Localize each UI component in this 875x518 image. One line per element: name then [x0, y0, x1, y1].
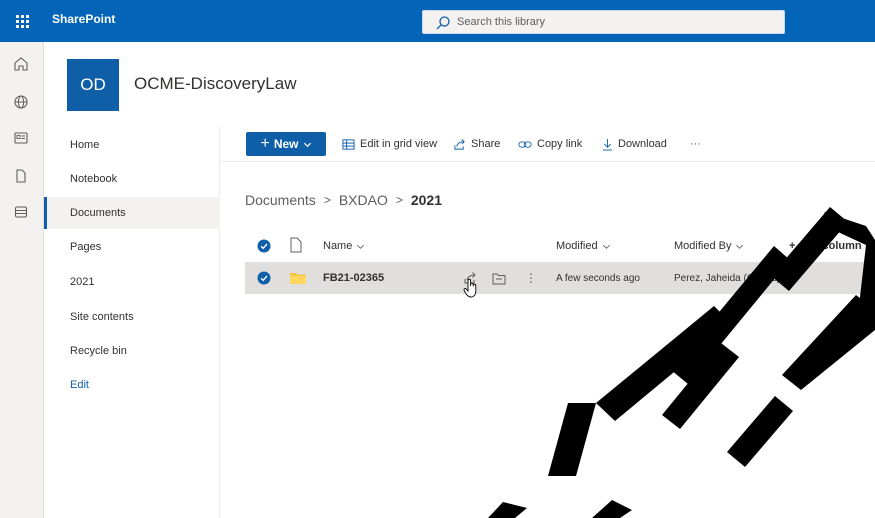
nav-item-pages[interactable]: Pages — [44, 231, 220, 263]
search-placeholder: Search this library — [457, 16, 546, 28]
nav-item-documents[interactable]: Documents — [44, 197, 220, 229]
breadcrumb-separator: > — [323, 193, 331, 207]
download-button[interactable]: Download — [602, 133, 667, 155]
column-header-name[interactable]: Name — [323, 236, 365, 256]
breadcrumb-bxdao[interactable]: BXDAO — [339, 192, 388, 208]
file-name-link[interactable]: FB21-02365 — [323, 262, 384, 294]
table-row[interactable]: FB21-02365 ⋮ A few seconds ago Perez, Ja… — [245, 262, 875, 298]
plus-icon: + — [260, 135, 270, 152]
site-logo[interactable]: OD — [67, 59, 119, 111]
app-launcher-button[interactable] — [0, 0, 44, 42]
new-button-label: New — [273, 137, 299, 151]
edit-in-grid-view-label: Edit in grid view — [360, 138, 438, 150]
hand-cursor-icon — [463, 272, 479, 304]
app-rail — [0, 42, 44, 518]
nav-item-recycle-bin[interactable]: Recycle bin — [44, 335, 220, 367]
row-modified: A few seconds ago — [556, 272, 640, 284]
globe-icon[interactable] — [11, 92, 31, 112]
chevron-down-icon — [303, 142, 311, 147]
copy-link-button[interactable]: Copy link — [518, 133, 582, 155]
nav-item-notebook[interactable]: Notebook — [44, 163, 220, 195]
chevron-down-icon — [736, 244, 744, 249]
column-modified-label: Modified — [556, 240, 598, 252]
folder-icon — [290, 262, 306, 294]
share-label: Share — [471, 138, 501, 150]
folder-info-icon — [492, 273, 506, 284]
column-modified-by-label: Modified By — [674, 240, 732, 252]
row-details-button[interactable] — [492, 262, 506, 294]
link-icon — [518, 140, 532, 148]
nav-item-home[interactable]: Home — [44, 129, 220, 161]
column-name-label: Name — [323, 240, 353, 252]
edit-in-grid-view-button[interactable]: Edit in grid view — [342, 133, 437, 155]
row-more-actions-button[interactable]: ⋮ — [525, 262, 537, 294]
breadcrumb: Documents > BXDAO > 2021 — [245, 192, 442, 208]
select-all-checkbox[interactable] — [257, 239, 271, 253]
row-checkbox[interactable] — [257, 262, 271, 294]
copy-link-label: Copy link — [537, 138, 583, 150]
site-title[interactable]: OCME-DiscoveryLaw — [134, 74, 296, 94]
more-commands-button[interactable]: ··· — [690, 133, 701, 155]
chevron-down-icon — [357, 244, 365, 249]
share-icon — [454, 138, 465, 150]
nav-item-2021[interactable]: 2021 — [44, 266, 220, 298]
file-type-icon[interactable] — [290, 237, 302, 253]
nav-edit-link[interactable]: Edit — [44, 369, 220, 401]
waffle-icon — [15, 14, 29, 28]
grid-icon — [342, 138, 355, 150]
column-header-modified-by[interactable]: Modified By — [674, 236, 744, 256]
search-input[interactable]: Search this library — [422, 10, 785, 34]
row-modified-by[interactable]: Perez, Jaheida (OCME) — [674, 262, 780, 294]
download-icon — [602, 138, 613, 150]
nav-item-site-contents[interactable]: Site contents — [44, 301, 220, 333]
breadcrumb-current: 2021 — [410, 192, 443, 208]
share-button[interactable]: Share — [453, 133, 500, 155]
search-icon — [436, 16, 450, 30]
left-navigation: Home Notebook Documents Pages 2021 Site … — [44, 127, 220, 518]
new-button[interactable]: + New — [246, 132, 326, 156]
column-header-modified[interactable]: Modified — [556, 236, 611, 256]
sharepoint-brand-link[interactable]: SharePoint — [52, 12, 115, 26]
home-icon[interactable] — [11, 54, 31, 74]
add-column-button[interactable]: + Add column — [789, 236, 862, 256]
lists-icon[interactable] — [11, 202, 31, 222]
download-label: Download — [618, 138, 667, 150]
news-icon[interactable] — [11, 128, 31, 148]
document-icon[interactable] — [11, 166, 31, 186]
chevron-down-icon — [602, 244, 610, 249]
checkmark-circle-icon — [257, 271, 271, 285]
breadcrumb-documents[interactable]: Documents — [245, 192, 316, 208]
breadcrumb-separator: > — [395, 193, 403, 207]
